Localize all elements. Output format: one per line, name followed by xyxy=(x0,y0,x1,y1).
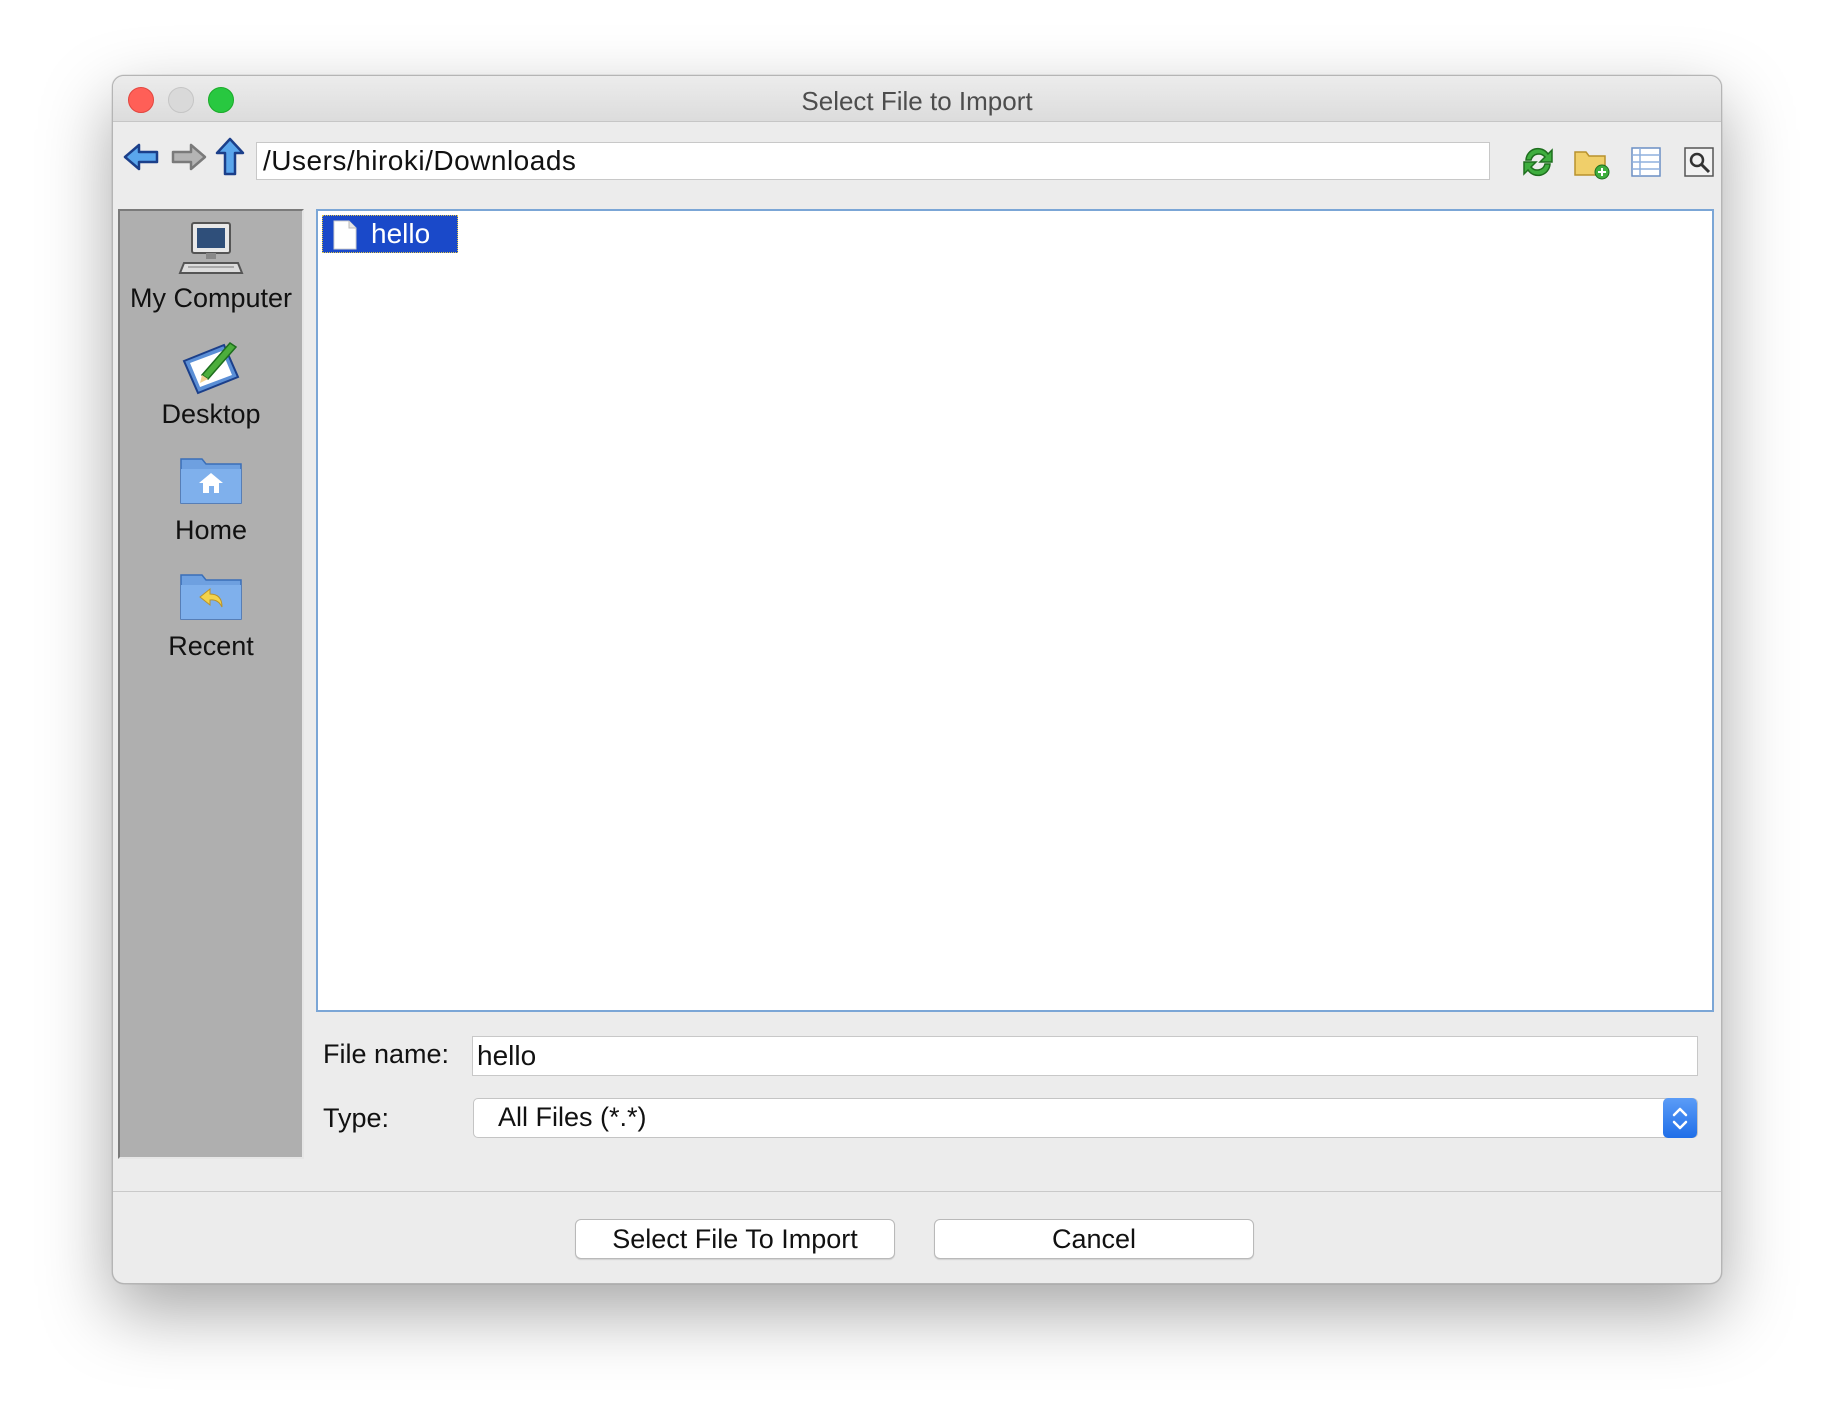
file-name: hello xyxy=(371,218,431,249)
list-view-icon xyxy=(1631,147,1661,177)
sidebar-item-label: My Computer xyxy=(129,283,293,313)
list-view-button[interactable] xyxy=(1626,142,1666,182)
home-folder-icon xyxy=(180,458,242,504)
list-item[interactable]: hello xyxy=(322,215,458,253)
sidebar-item-home[interactable]: Home xyxy=(120,451,302,546)
window-title: Select File to Import xyxy=(801,86,1033,116)
type-label: Type: xyxy=(323,1103,390,1133)
sidebar-item-label: Desktop xyxy=(161,399,261,429)
path-field[interactable]: /Users/hiroki/Downloads xyxy=(256,142,1490,180)
sidebar-item-desktop[interactable]: Desktop xyxy=(120,335,302,430)
sidebar-item-label: Recent xyxy=(168,631,254,661)
sidebar-item-recent[interactable]: Recent xyxy=(120,567,302,662)
file-dialog-window: Select File to Import /Users/hiroki/Down… xyxy=(112,75,1722,1284)
sidebar-item-label: Home xyxy=(174,515,248,545)
refresh-icon xyxy=(1523,147,1553,177)
file-type-value: All Files (*.*) xyxy=(498,1102,647,1132)
new-folder-icon xyxy=(1574,151,1610,180)
details-view-button[interactable] xyxy=(1679,142,1719,182)
title-bar: Select File to Import xyxy=(113,76,1721,122)
file-name-field[interactable]: hello xyxy=(472,1036,1698,1076)
forward-button[interactable] xyxy=(167,136,209,178)
file-name-label: File name: xyxy=(323,1039,450,1069)
footer-divider xyxy=(113,1191,1721,1192)
desktop-icon xyxy=(182,342,240,395)
up-folder-icon xyxy=(215,137,245,176)
select-file-to-import-button[interactable]: Select File To Import xyxy=(575,1219,895,1259)
up-folder-button[interactable] xyxy=(209,136,251,178)
sidebar-item-my-computer[interactable]: My Computer xyxy=(120,219,302,314)
details-view-icon xyxy=(1684,147,1714,177)
places-sidebar: My Computer Desktop Home Recent xyxy=(118,209,304,1159)
back-button[interactable] xyxy=(121,136,163,178)
chevron-up-down-icon xyxy=(1672,1107,1688,1130)
forward-arrow-icon xyxy=(171,143,207,171)
file-list[interactable]: hello xyxy=(316,209,1714,1012)
recent-folder-icon xyxy=(180,574,242,620)
select-arrows[interactable] xyxy=(1663,1098,1697,1138)
computer-icon xyxy=(178,222,244,274)
file-type-select[interactable]: All Files (*.*) xyxy=(473,1098,1698,1138)
cancel-button[interactable]: Cancel xyxy=(934,1219,1254,1259)
file-icon xyxy=(333,220,357,250)
back-arrow-icon xyxy=(123,143,159,171)
new-folder-button[interactable] xyxy=(1572,142,1612,182)
refresh-button[interactable] xyxy=(1518,142,1558,182)
